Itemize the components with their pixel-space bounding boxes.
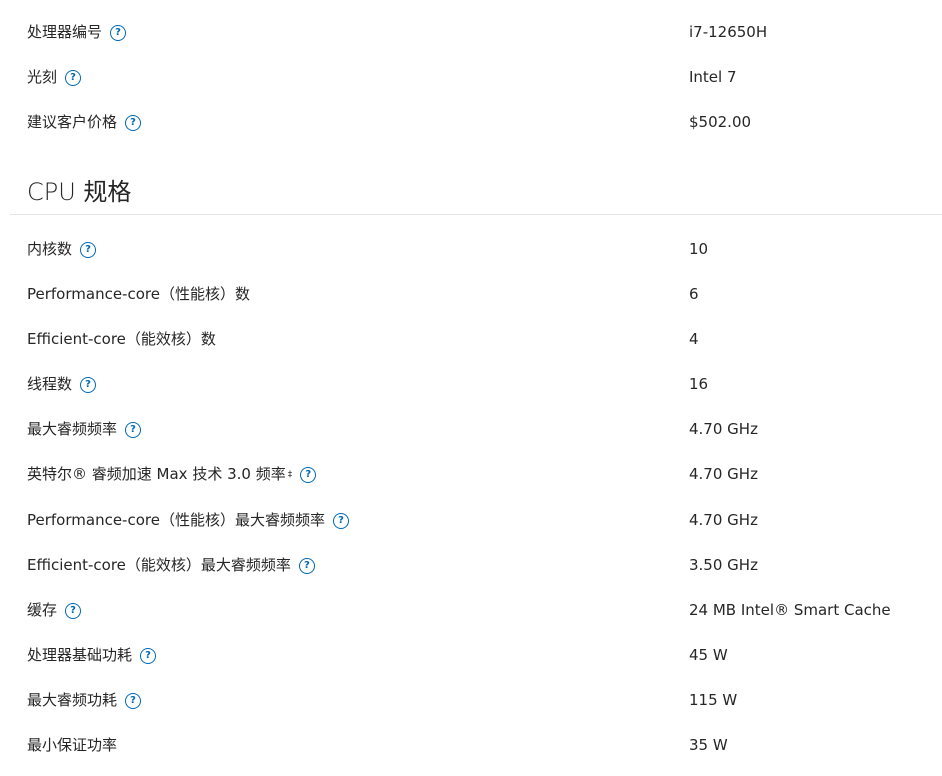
spec-label: 最大睿频功耗 xyxy=(27,691,118,709)
spec-value: 4.70 GHz xyxy=(689,465,758,483)
section-title: CPU 规格 xyxy=(27,178,132,206)
spec-label: 处理器基础功耗 xyxy=(27,646,133,664)
spec-label: 处理器编号 xyxy=(27,23,103,41)
question-circle-icon[interactable]: ? xyxy=(65,602,82,619)
spec-value: 6 xyxy=(689,285,699,303)
spec-label: Efficient-core（能效核）最大睿频频率 xyxy=(27,556,291,574)
spec-label: 内核数 xyxy=(27,240,73,258)
spec-row-processor-number: 处理器编号? i7-12650H xyxy=(0,10,942,55)
spec-row-total-cores: 内核数? 10 xyxy=(0,227,942,272)
spec-label: 建议客户价格 xyxy=(27,113,118,131)
spec-value: Intel 7 xyxy=(689,68,737,86)
spec-label: Efficient-core（能效核）数 xyxy=(27,330,216,348)
question-circle-icon[interactable]: ? xyxy=(125,421,142,438)
spec-label: 线程数 xyxy=(27,375,73,393)
spec-value: 4 xyxy=(689,330,699,348)
question-circle-icon[interactable]: ? xyxy=(65,69,82,86)
question-circle-icon[interactable]: ? xyxy=(300,466,317,483)
spec-row-ecore-max-turbo: Efficient-core（能效核）最大睿频频率? 3.50 GHz xyxy=(0,543,942,588)
spec-row-min-assured-power: 最小保证功率 35 W xyxy=(0,723,942,768)
spec-row-efficient-cores: Efficient-core（能效核）数 4 xyxy=(0,317,942,362)
spec-row-cache: 缓存? 24 MB Intel® Smart Cache xyxy=(0,588,942,633)
spec-row-turbo-max-3-frequency: 英特尔® 睿频加速 Max 技术 3.0 频率 ‡? 4.70 GHz xyxy=(0,452,942,497)
spec-value: 45 W xyxy=(689,646,728,664)
spec-value: 35 W xyxy=(689,736,728,754)
spec-label: 英特尔® 睿频加速 Max 技术 3.0 频率 xyxy=(27,465,286,483)
spec-row-pcore-max-turbo: Performance-core（性能核）最大睿频频率? 4.70 GHz xyxy=(0,498,942,543)
question-circle-icon[interactable]: ? xyxy=(125,114,142,131)
spec-label: 缓存 xyxy=(27,601,58,619)
question-circle-icon[interactable]: ? xyxy=(332,512,349,529)
spec-row-lithography: 光刻? Intel 7 xyxy=(0,55,942,100)
spec-value: i7-12650H xyxy=(689,23,768,41)
question-circle-icon[interactable]: ? xyxy=(298,557,315,574)
question-circle-icon[interactable]: ? xyxy=(140,647,157,664)
spec-row-max-turbo-frequency: 最大睿频频率? 4.70 GHz xyxy=(0,407,942,452)
spec-value: 3.50 GHz xyxy=(689,556,758,574)
spec-row-performance-cores: Performance-core（性能核）数 6 xyxy=(0,272,942,317)
spec-label: Performance-core（性能核）最大睿频频率 xyxy=(27,511,325,529)
spec-value: 4.70 GHz xyxy=(689,511,758,529)
question-circle-icon[interactable]: ? xyxy=(110,24,127,41)
section-divider xyxy=(10,214,942,215)
spec-value: 115 W xyxy=(689,691,738,709)
question-circle-icon[interactable]: ? xyxy=(125,692,142,709)
spec-row-threads: 线程数? 16 xyxy=(0,362,942,407)
spec-label: Performance-core（性能核）数 xyxy=(27,285,250,303)
spec-label: 光刻 xyxy=(27,68,58,86)
spec-value: 10 xyxy=(689,240,709,258)
question-circle-icon[interactable]: ? xyxy=(80,376,97,393)
spec-row-base-power: 处理器基础功耗? 45 W xyxy=(0,633,942,678)
spec-value: $502.00 xyxy=(689,113,752,131)
spec-row-recommended-price: 建议客户价格? $502.00 xyxy=(0,100,942,145)
spec-value: 4.70 GHz xyxy=(689,420,758,438)
spec-value: 16 xyxy=(689,375,709,393)
spec-label: 最大睿频频率 xyxy=(27,420,118,438)
spec-label: 最小保证功率 xyxy=(27,736,118,754)
spec-value: 24 MB Intel® Smart Cache xyxy=(689,601,891,619)
question-circle-icon[interactable]: ? xyxy=(80,241,97,258)
spec-row-max-turbo-power: 最大睿频功耗? 115 W xyxy=(0,678,942,723)
